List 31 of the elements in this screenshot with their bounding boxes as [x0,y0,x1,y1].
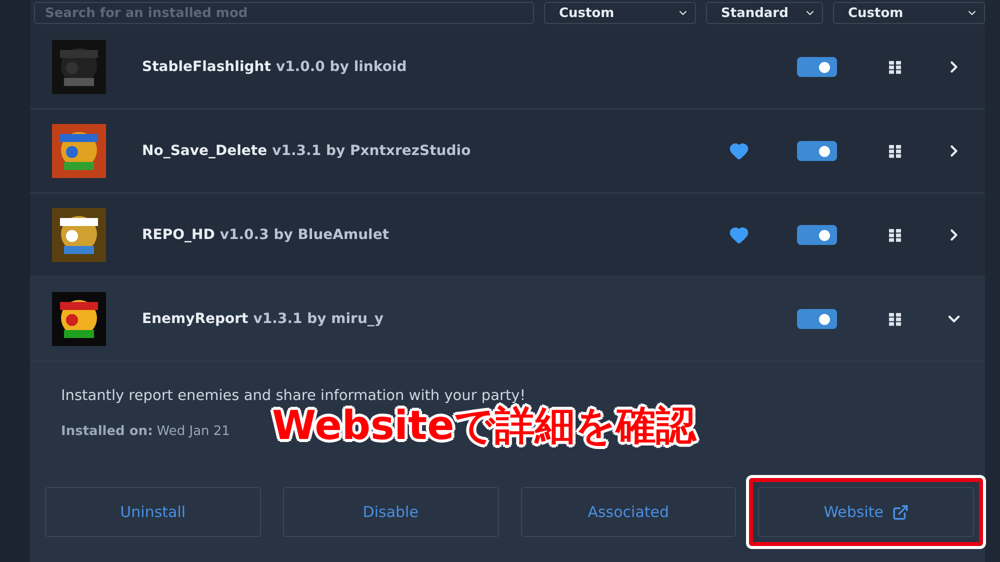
external-link-icon [892,504,909,520]
filter-dropdown[interactable]: Standard [706,2,823,24]
search-field[interactable]: Search for an installed mod [34,2,534,24]
heart-icon[interactable] [729,141,749,161]
mod-description: Instantly report enemies and share information with your party! [61,388,527,404]
website-button[interactable]: Website [758,487,974,537]
toggle-switch[interactable] [797,57,837,77]
grid-icon[interactable] [889,144,901,158]
mod-version: v1.0.3 by BlueAmulet [220,227,390,243]
grid-icon[interactable] [889,228,901,242]
action-button[interactable]: Uninstall [45,487,261,537]
filter-dropdown[interactable]: Custom [544,2,696,24]
mod-version: v1.3.1 by PxntxrezStudio [272,143,471,159]
action-button[interactable]: Associated [520,487,736,537]
mod-name: StableFlashlight [142,59,271,75]
mod-name: REPO_HD [142,227,215,243]
annotation-caption: Websiteで詳細を確認 [272,403,696,451]
heart-icon[interactable] [729,225,749,245]
action-button[interactable]: Disable [282,487,498,537]
mod-name: No_Save_Delete [142,143,268,159]
mod-name: EnemyReport [142,311,248,327]
grid-icon[interactable] [889,60,901,74]
grid-icon[interactable] [889,312,901,326]
mod-version: v1.0.0 by linkoid [276,59,407,75]
filter-dropdown[interactable]: Custom [833,2,985,24]
installed-label: Installed on: [61,424,153,439]
toggle-switch[interactable] [797,225,837,245]
mod-version: v1.3.1 by miru_y [253,311,384,327]
installed-date: Wed Jan 21 [156,424,230,439]
toggle-switch[interactable] [797,309,837,329]
toggle-switch[interactable] [797,141,837,161]
